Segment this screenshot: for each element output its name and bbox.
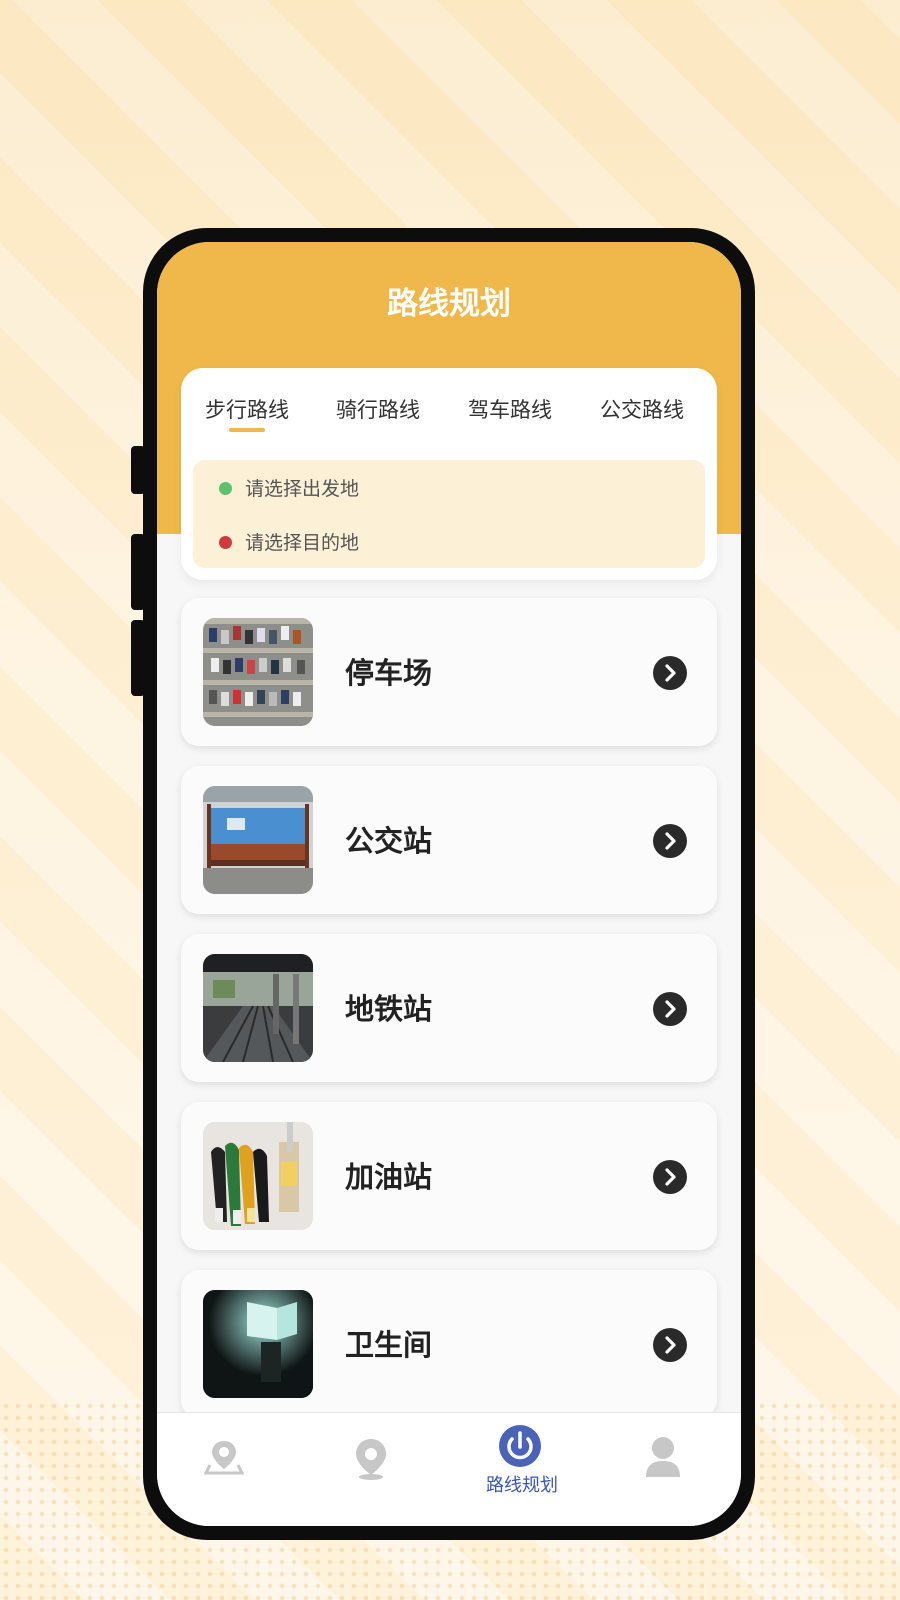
tab-cycling[interactable]: 骑行路线: [336, 394, 420, 424]
poi-item-gas-station[interactable]: 加油站: [181, 1102, 717, 1250]
poi-label-bus-stop: 公交站: [345, 824, 433, 858]
destination-field[interactable]: 请选择目的地: [193, 516, 705, 564]
bus-stop-photo: [203, 786, 313, 894]
origin-placeholder: 请选择出发地: [245, 478, 360, 500]
poi-item-parking[interactable]: 停车场: [181, 598, 717, 746]
route-planner-card: 步行路线 骑行路线 驾车路线 公交路线 请选择出发地 请选择目的地: [181, 368, 717, 580]
chevron-right-icon[interactable]: [653, 656, 687, 690]
origin-field[interactable]: 请选择出发地: [193, 462, 705, 510]
restroom-photo: [203, 1290, 313, 1398]
poi-label-parking: 停车场: [345, 656, 433, 690]
location-icon: [356, 1439, 386, 1480]
chevron-right-icon[interactable]: [653, 1160, 687, 1194]
nav-route-planning[interactable]: 路线规划: [449, 1413, 595, 1513]
origin-dot-icon: [219, 482, 232, 495]
nav-location[interactable]: [303, 1413, 449, 1513]
route-icon: [499, 1425, 541, 1467]
poi-label-restroom: 卫生间: [345, 1328, 433, 1362]
user-icon: [646, 1437, 680, 1477]
parking-lot-photo: [203, 618, 313, 726]
tab-walking[interactable]: 步行路线: [205, 394, 289, 424]
map-pin-icon: [204, 1441, 244, 1475]
phone-screen: 路线规划 步行路线 骑行路线 驾车路线 公交路线 请选择出发地 请选择目的地 停…: [157, 242, 741, 1526]
tab-driving[interactable]: 驾车路线: [468, 394, 552, 424]
location-inputs: 请选择出发地 请选择目的地: [193, 460, 705, 568]
poi-item-bus-stop[interactable]: 公交站: [181, 766, 717, 914]
poi-label-gas-station: 加油站: [345, 1160, 433, 1194]
poi-item-subway[interactable]: 地铁站: [181, 934, 717, 1082]
active-tab-indicator: [229, 428, 265, 432]
nav-profile[interactable]: [595, 1413, 741, 1513]
bottom-navigation: 路线规划: [157, 1412, 741, 1526]
page-title: 路线规划: [387, 286, 511, 322]
chevron-right-icon[interactable]: [653, 1328, 687, 1362]
tab-transit[interactable]: 公交路线: [600, 394, 684, 424]
subway-station-photo: [203, 954, 313, 1062]
gas-station-photo: [203, 1122, 313, 1230]
chevron-right-icon[interactable]: [653, 992, 687, 1026]
destination-dot-icon: [219, 536, 232, 549]
poi-item-restroom[interactable]: 卫生间: [181, 1270, 717, 1418]
nav-label-route-planning: 路线规划: [486, 1475, 558, 1496]
nav-map[interactable]: [157, 1413, 303, 1513]
chevron-right-icon[interactable]: [653, 824, 687, 858]
destination-placeholder: 请选择目的地: [245, 532, 360, 554]
poi-label-subway: 地铁站: [345, 992, 433, 1026]
